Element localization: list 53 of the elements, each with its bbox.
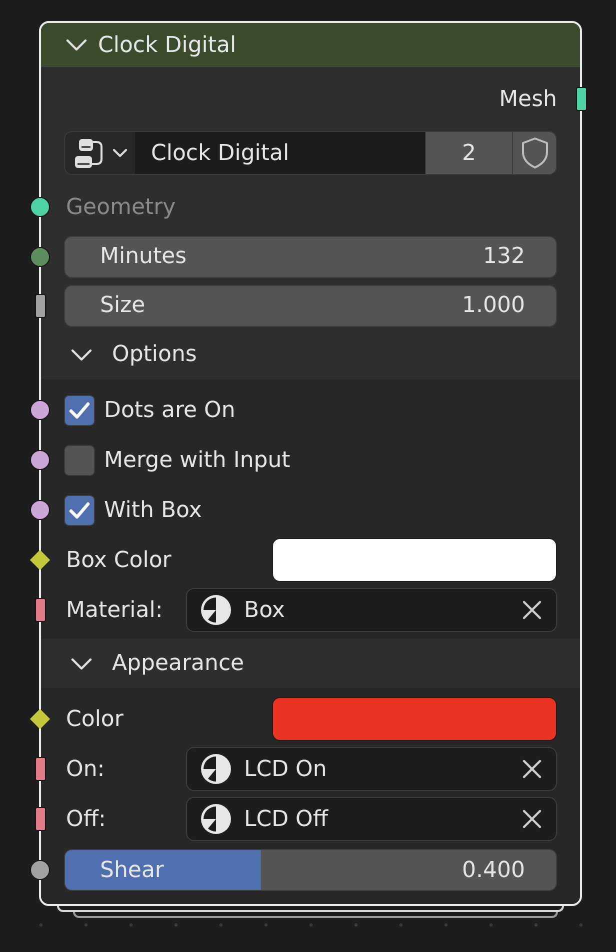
field-label: Box Color <box>66 548 172 572</box>
socket-label: Geometry <box>66 194 176 220</box>
input-socket[interactable] <box>34 598 46 622</box>
check-icon <box>69 502 90 518</box>
input-socket[interactable] <box>30 400 50 420</box>
node-group-browse-button[interactable] <box>64 131 135 175</box>
group-name-field[interactable]: Clock Digital <box>135 131 425 175</box>
input-socket[interactable] <box>30 197 50 217</box>
input-socket[interactable] <box>30 246 50 266</box>
input-socket[interactable] <box>34 294 46 318</box>
shield-icon <box>520 137 548 169</box>
checker-sphere-icon <box>200 803 232 835</box>
checkbox[interactable] <box>64 444 95 476</box>
socket-label: Mesh <box>499 86 557 112</box>
slider-field[interactable]: Shear 0.400 <box>64 849 557 891</box>
close-icon[interactable] <box>522 600 542 620</box>
chevron-down-icon <box>71 348 92 360</box>
chevron-down-icon[interactable] <box>66 39 87 51</box>
input-socket[interactable] <box>30 450 50 470</box>
material-field[interactable]: Box <box>186 588 557 632</box>
number-field[interactable]: Size 1.000 <box>64 284 557 326</box>
input-socket[interactable] <box>30 500 50 520</box>
checkbox-label: Dots are On <box>104 398 236 422</box>
chevron-down-icon <box>71 658 92 670</box>
field-label: Off: <box>66 806 106 832</box>
node-title: Clock Digital <box>98 32 236 58</box>
checkbox[interactable] <box>64 394 95 426</box>
caret-icon <box>113 149 127 157</box>
panel-header[interactable]: Options <box>41 330 580 379</box>
checker-sphere-icon <box>200 594 232 626</box>
close-icon[interactable] <box>522 809 542 829</box>
input-socket[interactable] <box>30 860 50 880</box>
output-socket[interactable] <box>576 87 586 111</box>
material-field[interactable]: LCD Off <box>186 797 557 841</box>
color-swatch[interactable] <box>272 538 557 582</box>
check-icon <box>69 402 90 418</box>
close-icon[interactable] <box>522 759 542 779</box>
user-count-button[interactable]: 2 <box>425 131 512 175</box>
checkbox-label: With Box <box>104 498 202 522</box>
checkbox-label: Merge with Input <box>104 448 290 472</box>
panel-header[interactable]: Appearance <box>41 639 580 688</box>
field-label: On: <box>66 756 105 782</box>
fake-user-button[interactable] <box>512 131 557 175</box>
material-field[interactable]: LCD On <box>186 747 557 791</box>
color-swatch[interactable] <box>272 697 557 741</box>
checker-sphere-icon <box>200 753 232 785</box>
checkbox[interactable] <box>64 494 95 526</box>
number-field[interactable]: Minutes 132 <box>64 236 557 278</box>
node-group-icon <box>75 138 104 168</box>
input-socket[interactable] <box>34 807 46 831</box>
field-label: Material: <box>66 598 163 622</box>
input-socket[interactable] <box>34 757 46 781</box>
field-label: Color <box>66 706 124 732</box>
